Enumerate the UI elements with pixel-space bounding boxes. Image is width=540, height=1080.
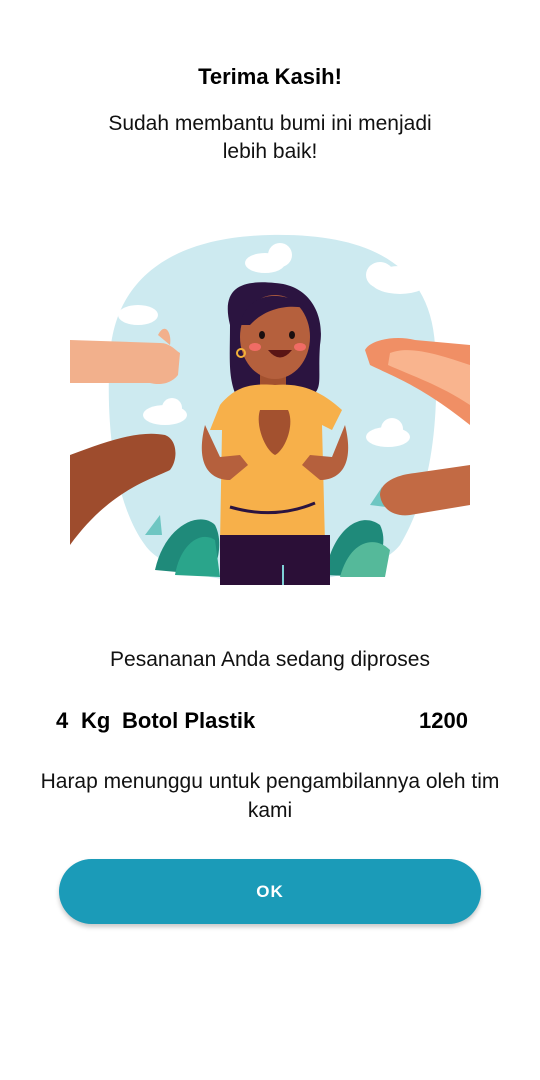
subtitle: Sudah membantu bumi ini menjadi lebih ba… — [108, 112, 432, 163]
order-item-name: Botol Plastik — [122, 708, 256, 733]
ok-button[interactable]: OK — [59, 859, 481, 924]
order-summary-row: 4 Kg Botol Plastik 1200 — [56, 708, 468, 738]
order-status-text: Pesananan Anda sedang diproses — [110, 648, 430, 671]
order-quantity: 4 — [56, 708, 69, 733]
page-title: Terima Kasih! — [198, 64, 342, 89]
thankful-woman-illustration-icon — [70, 225, 470, 595]
order-unit: Kg — [81, 708, 111, 733]
pickup-note: Harap menunggu untuk pengambilannya oleh… — [40, 770, 500, 822]
left-thumbs-up-hand — [70, 340, 180, 385]
order-points: 1200 — [419, 708, 468, 733]
